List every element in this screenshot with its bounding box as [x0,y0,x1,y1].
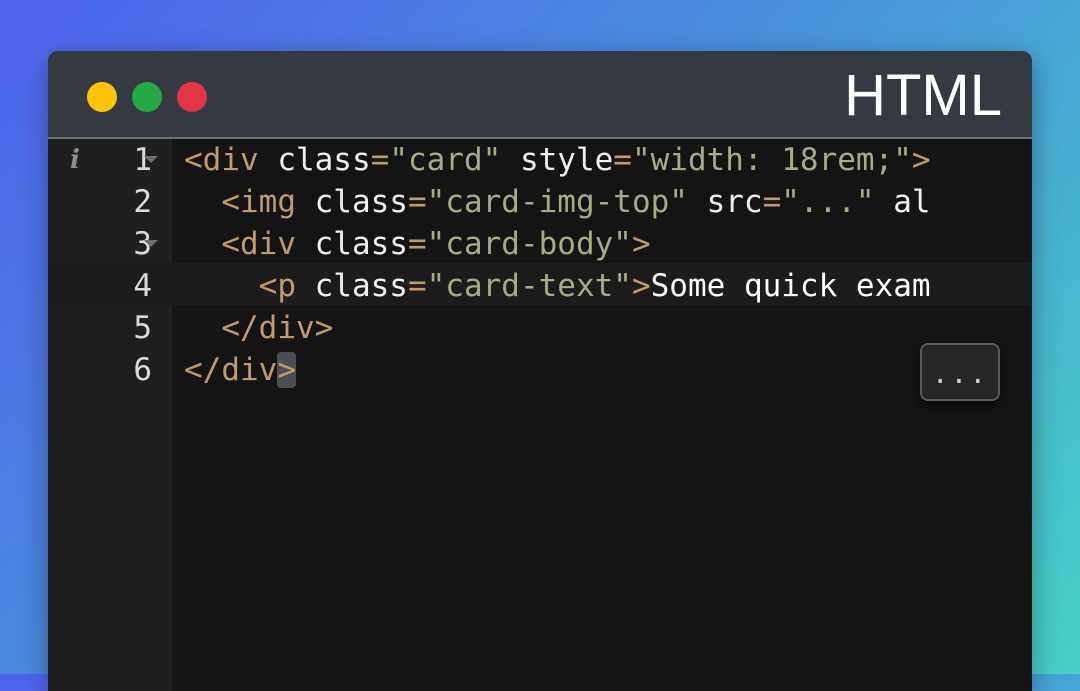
fold-arrow-icon[interactable] [144,156,158,163]
code-token: "..." [781,184,875,220]
code-token: src [687,184,763,220]
line-number: 2 [133,184,152,220]
code-token: class [258,142,371,178]
code-token: "card-body" [426,226,632,262]
code-token: <div [221,226,296,262]
code-token: class [295,226,408,262]
code-token: = [613,142,632,178]
line-number: 4 [133,268,152,304]
code-token: = [370,142,390,178]
code-token: = [407,226,427,262]
code-text[interactable]: <div class="card-body"> [184,223,651,265]
code-line[interactable]: i 1 <div class="card" style="width: 18rem;… [48,139,1032,181]
code-text[interactable]: <div class="card" style="width: 18rem;"> [184,139,931,181]
code-token: </div [184,352,278,388]
code-text[interactable]: </div> [184,307,333,349]
title-bar: HTML [48,51,1032,139]
code-token: <p [258,268,296,304]
code-token: = [762,184,782,220]
code-token: > [631,226,651,262]
code-text[interactable]: <p class="card-text">Some quick exam [184,265,931,307]
more-options-button[interactable]: ... [920,343,1000,401]
code-token: <img [221,184,296,220]
line-number: 5 [133,310,152,346]
code-token: <div [184,142,259,178]
code-line[interactable]: 5 </div> [48,307,1032,349]
code-token: > [911,142,931,178]
code-token: "card-img-top" [426,184,688,220]
code-line[interactable]: 6 </div> [48,349,1032,391]
code-line[interactable]: 3 <div class="card-body"> [48,223,1032,265]
code-token: > [631,268,651,304]
maximize-button[interactable] [132,82,162,112]
language-title: HTML [844,63,1002,128]
fold-arrow-icon[interactable] [144,240,158,247]
code-line[interactable]: 4 <p class="card-text">Some quick exam [48,265,1032,307]
code-token: al [874,184,931,220]
code-token: "width: 18rem;" [631,142,912,178]
close-button[interactable] [177,82,207,112]
code-window: HTML i 1 <div class="card" style="width: 1… [48,51,1032,691]
code-token: "card" [389,142,502,178]
code-token: = [407,184,427,220]
code-token: "card-text" [426,268,632,304]
code-line[interactable]: 2 <img class="card-img-top" src="..." al [48,181,1032,223]
code-token: style [501,142,614,178]
code-token: = [407,268,427,304]
code-token: </div> [221,310,334,346]
minimize-button[interactable] [87,82,117,112]
matched-bracket: > [277,352,296,388]
code-text[interactable]: <img class="card-img-top" src="..." al [184,181,931,223]
code-text[interactable]: </div> [184,349,296,391]
code-token: class [295,268,408,304]
line-number: 6 [133,352,152,388]
info-icon[interactable]: i [70,147,84,173]
code-token: Some quick exam [650,268,931,304]
code-token: class [295,184,408,220]
